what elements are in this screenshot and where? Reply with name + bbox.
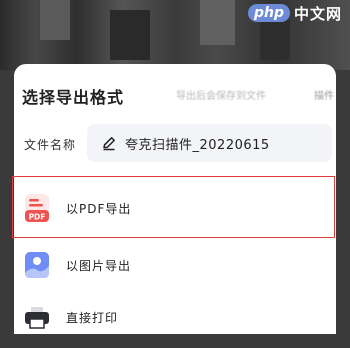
export-image-label: 以图片导出	[66, 258, 132, 273]
print-option[interactable]: 直接打印	[14, 286, 336, 348]
watermark-logo: php	[247, 4, 290, 22]
export-pdf-option[interactable]: PDF 以PDF导出	[14, 177, 336, 239]
export-sheet: 选择导出格式 导出后会保存到文件 描件 文件名称 夸克扫描件_20220615 …	[14, 64, 336, 334]
filename-value: 夸克扫描件_20220615	[125, 137, 270, 153]
sheet-hint: 导出后会保存到文件 描件	[176, 87, 334, 102]
pdf-icon: PDF	[25, 194, 49, 222]
image-icon	[25, 252, 49, 278]
print-label: 直接打印	[66, 310, 119, 325]
filename-field[interactable]: 夸克扫描件_20220615	[87, 124, 332, 162]
sheet-hint-tail: 描件	[314, 91, 334, 102]
pencil-icon	[103, 137, 115, 151]
sheet-hint-text: 导出后会保存到文件	[176, 91, 266, 102]
export-pdf-label: 以PDF导出	[66, 201, 132, 216]
watermark-text: 中文网	[293, 4, 342, 23]
svg-text:PDF: PDF	[29, 213, 46, 222]
watermark: php 中文网	[247, 2, 342, 24]
sheet-title: 选择导出格式	[22, 88, 125, 107]
printer-icon	[25, 307, 49, 329]
filename-label: 文件名称	[24, 138, 77, 152]
